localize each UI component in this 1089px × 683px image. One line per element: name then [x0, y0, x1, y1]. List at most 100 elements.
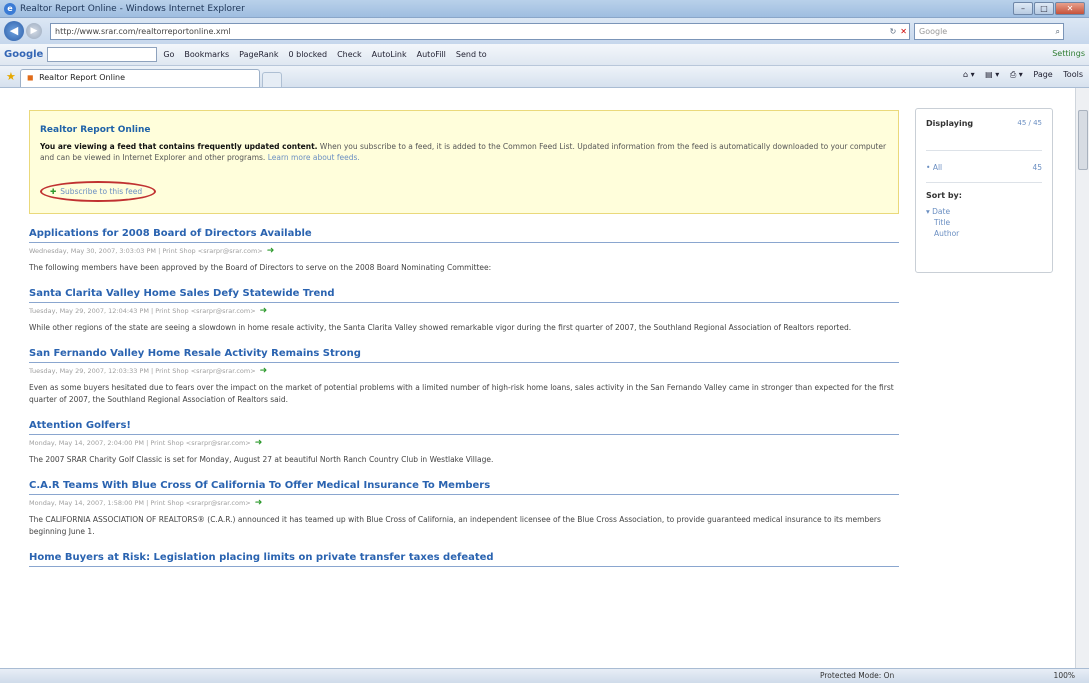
tab-realtor-report[interactable]: ◼ Realtor Report Online — [19, 69, 260, 87]
scrollbar-thumb[interactable] — [1078, 110, 1088, 170]
feed-title: Realtor Report Online — [40, 125, 151, 135]
displaying-count: 45 / 45 — [1017, 119, 1042, 127]
close-button[interactable]: ✕ — [1055, 2, 1085, 15]
window-controls: – □ ✕ — [1012, 2, 1085, 15]
displaying-label: Displaying — [926, 119, 974, 128]
stop-icon[interactable]: ✕ — [900, 27, 907, 36]
sort-options: ▾ Date Title Author — [926, 206, 1042, 239]
toolbar-sendto-button[interactable]: Send to — [456, 50, 487, 59]
subscribe-label: Subscribe to this feed — [60, 187, 143, 196]
article-meta-text: Tuesday, May 29, 2007, 12:04:43 PM | Pri… — [29, 307, 256, 315]
article-title-link[interactable]: San Fernando Valley Home Resale Activity… — [29, 348, 899, 363]
learn-more-link[interactable]: Learn more about feeds. — [268, 153, 360, 162]
command-bar: ⌂ ▾ ▤ ▾ ⎙ ▾ Page Tools — [955, 70, 1083, 80]
article-body: The following members have been approved… — [29, 263, 492, 272]
article-title-link[interactable]: C.A.R Teams With Blue Cross Of Californi… — [29, 480, 899, 495]
minimize-button[interactable]: – — [1013, 2, 1033, 15]
article-title-link[interactable]: Home Buyers at Risk: Legislation placing… — [29, 552, 899, 567]
vertical-scrollbar[interactable] — [1075, 88, 1089, 668]
article-meta-text: Monday, May 14, 2007, 1:58:00 PM | Print… — [29, 499, 251, 507]
back-button[interactable]: ◀ — [4, 21, 24, 41]
article-meta: Tuesday, May 29, 2007, 12:04:43 PM | Pri… — [29, 306, 899, 316]
page-menu[interactable]: Page — [1033, 70, 1052, 79]
add-feed-icon: ✚ — [50, 187, 57, 196]
page-viewport: Realtor Report Online You are viewing a … — [0, 88, 1089, 668]
article-title-link[interactable]: Applications for 2008 Board of Directors… — [29, 228, 899, 243]
search-input[interactable]: Google ⌕ — [914, 22, 1064, 40]
new-tab-button[interactable] — [261, 72, 282, 87]
subscribe-link[interactable]: ✚ Subscribe to this feed — [40, 181, 157, 202]
window-title-bar: e Realtor Report Online - Windows Intern… — [0, 0, 1089, 18]
article-list: Applications for 2008 Board of Directors… — [29, 228, 899, 581]
tools-menu[interactable]: Tools — [1063, 70, 1083, 79]
tab-label: Realtor Report Online — [39, 73, 126, 82]
ie-logo-icon: e — [4, 2, 16, 15]
displaying-row: Displaying 45 / 45 — [926, 119, 1042, 151]
go-arrow-icon[interactable]: ➜ — [260, 366, 268, 376]
sort-option-date[interactable]: ▾ Date — [926, 206, 1042, 217]
protected-mode-status: Protected Mode: On — [820, 671, 895, 680]
url-controls: ↻ ✕ — [890, 24, 907, 39]
refresh-icon[interactable]: ↻ — [890, 27, 897, 36]
window-title: Realtor Report Online - Windows Internet… — [20, 3, 245, 14]
feed-description: You are viewing a feed that contains fre… — [40, 141, 888, 163]
go-arrow-icon[interactable]: ➜ — [267, 246, 275, 256]
article-meta-text: Wednesday, May 30, 2007, 3:03:03 PM | Pr… — [29, 247, 263, 255]
toolbar-check-button[interactable]: Check — [337, 50, 362, 59]
list-item: Applications for 2008 Board of Directors… — [29, 228, 899, 274]
toolbar-settings-button[interactable]: Settings — [1052, 49, 1085, 58]
filter-all-count: 45 — [1032, 163, 1042, 172]
go-arrow-icon[interactable]: ➜ — [260, 306, 268, 316]
filter-all-text: All — [932, 163, 943, 172]
article-title-link[interactable]: Santa Clarita Valley Home Sales Defy Sta… — [29, 288, 899, 303]
article-meta: Tuesday, May 29, 2007, 12:03:33 PM | Pri… — [29, 366, 899, 376]
search-icon[interactable]: ⌕ — [1056, 24, 1060, 39]
toolbar-pagerank-button[interactable]: PageRank — [239, 50, 278, 59]
forward-button[interactable]: ▶ — [26, 23, 42, 39]
feed-info-banner: Realtor Report Online You are viewing a … — [29, 110, 899, 214]
article-meta: Wednesday, May 30, 2007, 3:03:03 PM | Pr… — [29, 246, 899, 256]
list-item: San Fernando Valley Home Resale Activity… — [29, 348, 899, 406]
toolbar-popup-blocker-button[interactable]: 0 blocked — [288, 50, 327, 59]
feed-description-bold: You are viewing a feed that contains fre… — [40, 142, 318, 151]
list-item: Santa Clarita Valley Home Sales Defy Sta… — [29, 288, 899, 334]
go-arrow-icon[interactable]: ➜ — [255, 438, 263, 448]
article-body: Even as some buyers hesitated due to fea… — [29, 383, 894, 404]
list-item: C.A.R Teams With Blue Cross Of Californi… — [29, 480, 899, 538]
toolbar-bookmarks-button[interactable]: Bookmarks — [184, 50, 229, 59]
filter-all-link[interactable]: • All 45 — [926, 151, 1042, 183]
toolbar-autolink-button[interactable]: AutoLink — [372, 50, 407, 59]
home-icon[interactable]: ⌂ ▾ — [963, 70, 975, 79]
sort-option-title[interactable]: Title — [926, 217, 1042, 228]
status-bar: Protected Mode: On 100% — [0, 668, 1089, 683]
article-title-link[interactable]: Attention Golfers! — [29, 420, 899, 435]
google-search-input[interactable] — [47, 47, 158, 62]
article-meta: Monday, May 14, 2007, 2:04:00 PM | Print… — [29, 438, 899, 448]
url-input[interactable]: http://www.srar.com/realtorreportonline.… — [50, 22, 910, 40]
article-meta-text: Tuesday, May 29, 2007, 12:03:33 PM | Pri… — [29, 367, 256, 375]
tab-bar: ★ ◼ Realtor Report Online — [0, 66, 1089, 88]
article-body: The 2007 SRAR Charity Golf Classic is se… — [29, 455, 494, 464]
sort-option-author[interactable]: Author — [926, 228, 1042, 239]
toolbar-autofill-button[interactable]: AutoFill — [417, 50, 446, 59]
article-body: The CALIFORNIA ASSOCIATION OF REALTORS® … — [29, 515, 881, 536]
url-text: http://www.srar.com/realtorreportonline.… — [55, 26, 231, 36]
filter-all-label: • All — [926, 163, 943, 172]
list-item: Attention Golfers! Monday, May 14, 2007,… — [29, 420, 899, 466]
go-arrow-icon[interactable]: ➜ — [255, 498, 263, 508]
list-item: Home Buyers at Risk: Legislation placing… — [29, 552, 899, 567]
favorites-star-icon[interactable]: ★ — [6, 70, 16, 83]
feed-icon: ◼ — [26, 73, 34, 82]
article-meta-text: Monday, May 14, 2007, 2:04:00 PM | Print… — [29, 439, 251, 447]
google-toolbar: Google Go Bookmarks PageRank 0 blocked C… — [0, 44, 1089, 66]
article-body: While other regions of the state are see… — [29, 323, 852, 332]
search-placeholder: Google — [919, 26, 948, 36]
feeds-icon[interactable]: ▤ ▾ — [985, 70, 999, 79]
print-icon[interactable]: ⎙ ▾ — [1010, 70, 1023, 79]
sort-option-date-label: Date — [932, 207, 951, 216]
zoom-level[interactable]: 100% — [1054, 671, 1075, 680]
article-meta: Monday, May 14, 2007, 1:58:00 PM | Print… — [29, 498, 899, 508]
toolbar-go-button[interactable]: Go — [163, 50, 174, 59]
maximize-button[interactable]: □ — [1034, 2, 1054, 15]
google-logo: Google — [4, 49, 44, 60]
